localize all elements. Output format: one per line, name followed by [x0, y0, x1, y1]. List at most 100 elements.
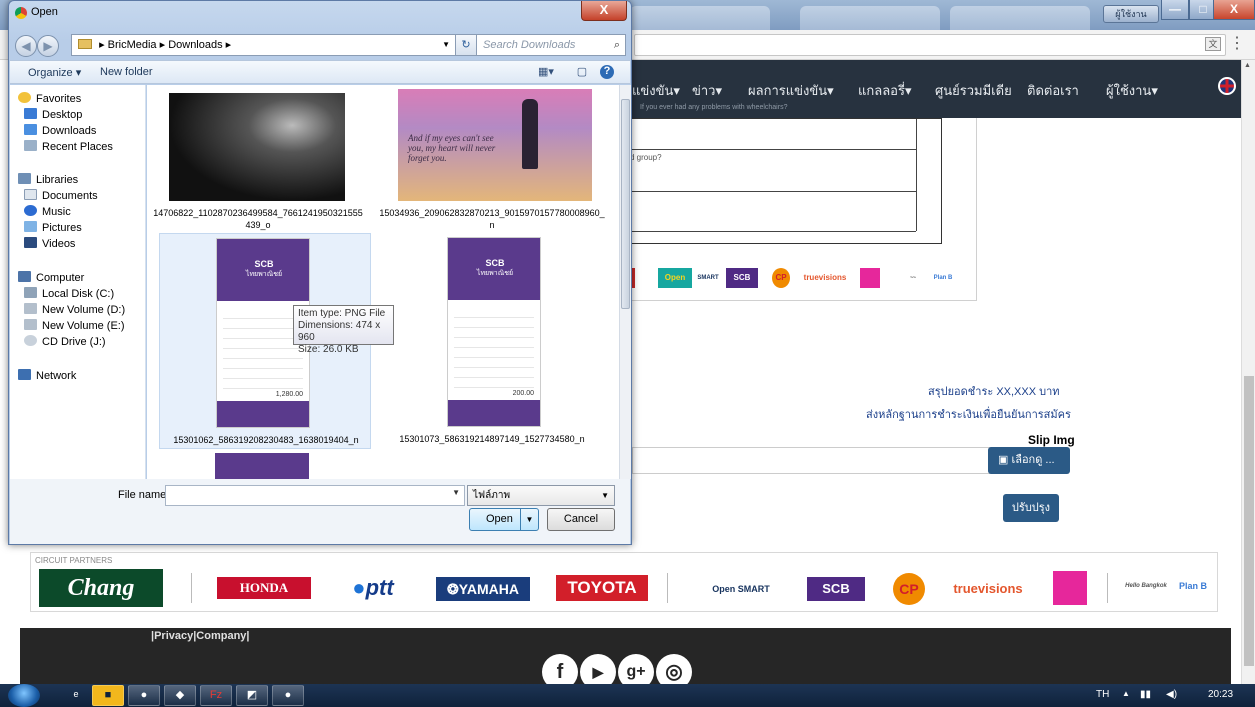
file-type-select[interactable]: ไฟล์ภาพ ▼	[467, 485, 615, 506]
open-dropdown-icon[interactable]: ▼	[520, 509, 538, 530]
hard-drive-icon	[24, 319, 37, 330]
nav-media-center[interactable]: ศูนย์รวมมีเดีย	[935, 80, 1012, 101]
nav-contact[interactable]: ติดต่อเรา	[1027, 80, 1079, 101]
nav-favorites[interactable]: Favorites	[18, 91, 81, 107]
nav-volume-d[interactable]: New Volume (D:)	[24, 302, 125, 318]
tray-expand-icon[interactable]: ▲	[1122, 689, 1130, 698]
app-icon[interactable]: ◆	[164, 685, 196, 706]
scroll-thumb[interactable]	[1244, 376, 1254, 666]
slip-amount: 1,280.00	[275, 391, 303, 398]
address-bar[interactable]	[634, 34, 1226, 56]
table-rule	[630, 149, 916, 150]
browser-tab[interactable]	[950, 6, 1090, 30]
breadcrumb-bricmedia[interactable]: BricMedia	[108, 39, 157, 51]
menu-icon[interactable]: ⋮	[1229, 35, 1245, 53]
network-icon	[18, 369, 31, 380]
chevron-down-icon[interactable]: ▼	[452, 488, 460, 497]
nav-libraries[interactable]: Libraries	[18, 172, 78, 188]
file-item[interactable]: And if my eyes can't see you, my heart w…	[379, 89, 605, 237]
app-icon[interactable]: ◩	[236, 685, 268, 706]
nav-documents[interactable]: Documents	[24, 188, 98, 204]
computer-icon	[18, 271, 31, 282]
nav-pictures[interactable]: Pictures	[24, 220, 82, 236]
organize-menu[interactable]: Organize ▾	[28, 66, 81, 79]
file-name-input[interactable]: ▼	[165, 485, 465, 506]
browser-tab[interactable]	[800, 6, 940, 30]
footer-links[interactable]: |Privacy|Company|	[151, 630, 250, 642]
open-button[interactable]: Open ▼	[469, 508, 539, 531]
file-tooltip: Item type: PNG File Dimensions: 474 x 96…	[293, 305, 394, 355]
nav-local-disk-c[interactable]: Local Disk (C:)	[24, 286, 114, 302]
nav-network[interactable]: Network	[18, 368, 76, 384]
slip-file-input[interactable]	[632, 447, 992, 474]
nav-news[interactable]: ข่าว▾	[692, 80, 722, 101]
back-arrow-icon[interactable]: ◀	[15, 35, 37, 57]
partners-divider	[667, 573, 668, 603]
search-icon[interactable]: ⌕	[614, 35, 620, 55]
slip-lines	[454, 308, 534, 388]
ie-icon[interactable]: e	[60, 685, 92, 706]
dialog-address-bar[interactable]: ▸ BricMedia ▸ Downloads ▸ ▼	[71, 34, 457, 56]
scb-partner-logo: SCB	[807, 577, 865, 601]
volume-icon[interactable]: ◀)	[1166, 689, 1177, 700]
nav-results[interactable]: ผลการแข่งขัน▾	[748, 80, 834, 101]
uk-flag-icon[interactable]	[1218, 77, 1236, 95]
chrome-icon[interactable]: ●	[272, 685, 304, 706]
hello-bangkok-logo: ~~	[910, 275, 916, 281]
nav-downloads[interactable]: Downloads	[24, 123, 96, 139]
truevisions-logo: truevisions	[803, 273, 847, 282]
file-name: 15034936_209062832870213_901597015778000…	[379, 208, 605, 230]
view-options-icon[interactable]: ▦▾	[538, 65, 554, 79]
star-icon	[18, 92, 31, 103]
search-input[interactable]: Search Downloads ⌕	[476, 34, 626, 56]
new-folder-button[interactable]: New folder	[100, 66, 153, 78]
preview-pane-icon[interactable]: ▢	[574, 65, 590, 79]
chrome-icon[interactable]: ●	[128, 685, 160, 706]
truevisions-partner-logo: truevisions	[953, 581, 1023, 596]
chevron-down-icon[interactable]: ▼	[442, 35, 450, 55]
chang-logo: Chang	[39, 569, 163, 607]
app-icon[interactable]: ■	[92, 685, 124, 706]
nav-competition[interactable]: แข่งขัน▾	[632, 80, 680, 101]
cd-drive-icon	[24, 335, 37, 346]
nav-cd-drive-j[interactable]: CD Drive (J:)	[24, 334, 106, 350]
cancel-button[interactable]: Cancel	[547, 508, 615, 531]
refresh-icon[interactable]: ↻	[455, 34, 477, 56]
update-button[interactable]: ปรับปรุง	[1003, 494, 1059, 522]
help-icon[interactable]: ?	[600, 65, 614, 79]
page-scrollbar[interactable]: ▲	[1241, 60, 1255, 684]
browser-user-badge[interactable]: ผู้ใช้งาน	[1103, 5, 1159, 23]
file-list: 14706822_1102870236499584_76612419503215…	[147, 85, 619, 479]
file-item[interactable]: SCB ไทยพาณิชย์ 200.00 15301073_586319214…	[381, 233, 603, 449]
windows-taskbar: e ■ ● ◆ Fz ◩ ● TH ▲ ▮▮ ◀) 20:23	[0, 684, 1255, 707]
clock[interactable]: 20:23	[1208, 689, 1233, 700]
nav-videos[interactable]: Videos	[24, 236, 75, 252]
hello-bangkok-partner-logo: Hello Bangkok	[1125, 583, 1167, 589]
nav-desktop[interactable]: Desktop	[24, 107, 82, 123]
nav-user[interactable]: ผู้ใช้งาน▾	[1106, 80, 1158, 101]
language-indicator[interactable]: TH	[1096, 689, 1109, 700]
nav-volume-e[interactable]: New Volume (E:)	[24, 318, 125, 334]
browse-button[interactable]: ▣ เลือกดู ...	[988, 447, 1070, 474]
scroll-up-icon[interactable]: ▲	[1244, 62, 1251, 69]
translate-icon[interactable]: 文	[1205, 37, 1221, 51]
file-list-scroll-thumb[interactable]	[621, 99, 630, 309]
file-item[interactable]	[215, 453, 309, 479]
nav-music[interactable]: Music	[24, 204, 71, 220]
browser-tab[interactable]	[630, 6, 770, 30]
breadcrumb-downloads[interactable]: Downloads	[168, 39, 222, 51]
file-item[interactable]: 14706822_1102870236499584_76612419503215…	[151, 89, 365, 237]
nav-recent-places[interactable]: Recent Places	[24, 139, 113, 155]
browser-close-button[interactable]: X	[1213, 0, 1255, 20]
filezilla-icon[interactable]: Fz	[200, 685, 232, 706]
dialog-bottom-panel: File name: ▼ ไฟล์ภาพ ▼ Open ▼ Cancel	[10, 479, 630, 544]
cp-partner-logo: CP	[893, 573, 925, 605]
nav-computer[interactable]: Computer	[18, 270, 84, 286]
nav-gallery[interactable]: แกลลอรี่▾	[858, 80, 912, 101]
dialog-close-button[interactable]: X	[581, 1, 627, 21]
minimize-button[interactable]: —	[1161, 0, 1189, 20]
file-list-scrollbar[interactable]	[619, 85, 631, 479]
network-icon[interactable]: ▮▮	[1140, 689, 1151, 700]
start-button-icon[interactable]	[8, 684, 40, 707]
forward-arrow-icon[interactable]: ▶	[37, 35, 59, 57]
